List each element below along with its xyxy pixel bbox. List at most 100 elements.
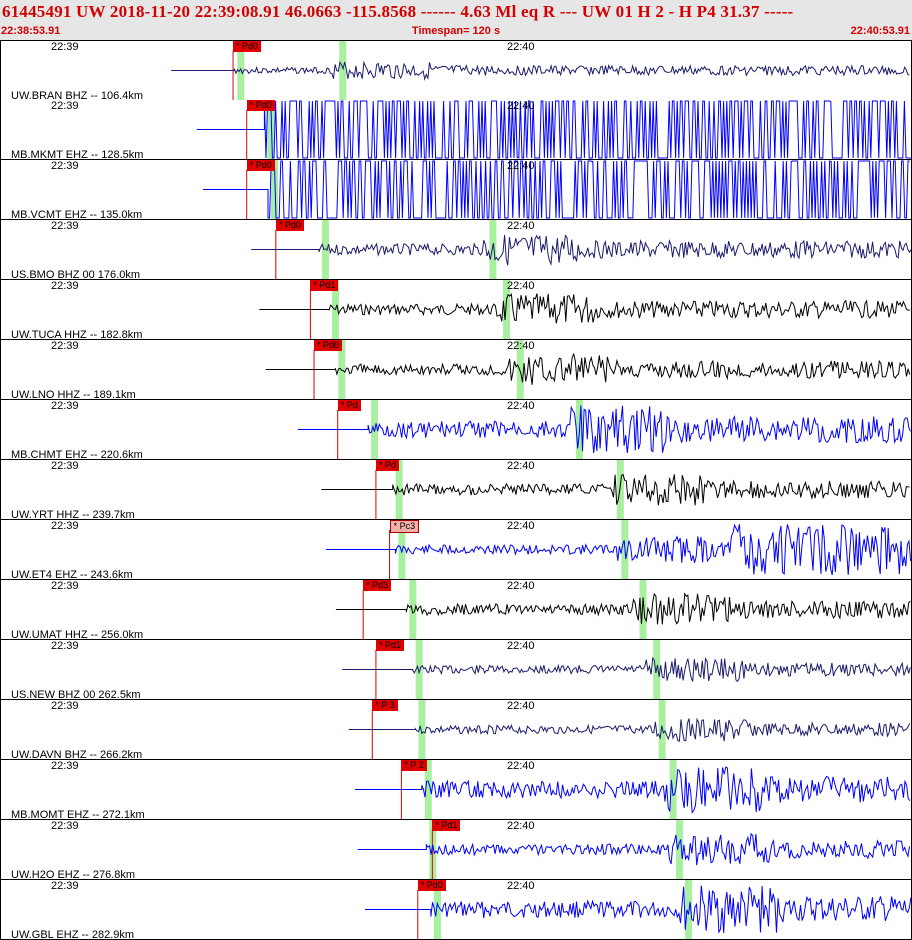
phase-pick-flag[interactable]: * Pd1 bbox=[310, 280, 339, 291]
trace-panel[interactable]: 22:39 22:40 * Pd1 US.NEW BHZ 00 262.5km bbox=[0, 640, 912, 700]
waveform-trace bbox=[297, 405, 911, 454]
trace-panel[interactable]: 22:39 22:40 * Pd0 MB.MKMT EHZ -- 128.5km bbox=[0, 100, 912, 160]
station-channel-label: MB.MKMT EHZ -- 128.5km bbox=[11, 149, 144, 160]
time-tick-label: 22:40 bbox=[507, 400, 535, 412]
waveform-trace bbox=[203, 160, 910, 219]
time-tick-label: 22:39 bbox=[51, 520, 79, 532]
station-channel-label: UW.YRT HHZ -- 239.7km bbox=[11, 509, 135, 520]
station-channel-label: UW.DAVN BHZ -- 266.2km bbox=[11, 749, 143, 760]
s-phase-marker bbox=[489, 220, 497, 279]
phase-pick-flag[interactable]: * Pd0 bbox=[417, 880, 446, 891]
phase-pick-flag[interactable]: * Pc3 bbox=[389, 520, 420, 533]
waveform-plot bbox=[321, 460, 910, 519]
trace-panel[interactable]: 22:39 22:40 * Pd0 UW.LNO HHZ -- 189.1km bbox=[0, 340, 912, 400]
waveform-plot bbox=[365, 880, 911, 939]
station-channel-label: UW.TUCA HHZ -- 182.8km bbox=[11, 329, 143, 340]
waveform-trace bbox=[196, 100, 911, 159]
waveform-trace bbox=[259, 292, 910, 324]
phase-pick-flag[interactable]: * Pd bbox=[375, 460, 399, 471]
time-tick-label: 22:39 bbox=[51, 760, 79, 772]
waveform-trace bbox=[265, 352, 911, 385]
waveform-trace bbox=[342, 656, 911, 683]
phase-pick-flag[interactable]: * Pd0 bbox=[233, 41, 262, 52]
window-end-time: 22:40:53.91 bbox=[850, 25, 910, 37]
trace-panel[interactable]: 22:39 22:40 * P 2 MB.MOMT EHZ -- 272.1km bbox=[0, 760, 912, 820]
time-tick-label: 22:39 bbox=[51, 640, 79, 652]
time-tick-label: 22:39 bbox=[51, 460, 79, 472]
phase-pick-flag[interactable]: * Pd0 bbox=[314, 340, 343, 351]
waveform-trace bbox=[355, 766, 911, 814]
phase-pick-flag[interactable]: * Pd bbox=[337, 400, 361, 411]
waveform-trace bbox=[251, 234, 911, 266]
phase-pick-flag[interactable]: * P 2 bbox=[401, 760, 427, 771]
station-channel-label: UW.GBL EHZ -- 282.9km bbox=[11, 929, 135, 940]
waveform-trace bbox=[365, 885, 911, 934]
trace-panel[interactable]: 22:39 22:40 * Pd1 UW.TUCA HHZ -- 182.8km bbox=[0, 280, 912, 340]
trace-panel[interactable]: 22:39 22:40 * P 3 UW.DAVN BHZ -- 266.2km bbox=[0, 700, 912, 760]
event-header: 61445491 UW 2018-11-20 22:39:08.91 46.06… bbox=[0, 0, 912, 40]
station-channel-label: UW.H2O EHZ -- 276.8km bbox=[11, 869, 136, 880]
station-channel-label: UW.ET4 EHZ -- 243.6km bbox=[11, 569, 133, 580]
time-tick-label: 22:39 bbox=[51, 580, 79, 592]
s-phase-marker bbox=[339, 41, 347, 100]
event-title: 61445491 UW 2018-11-20 22:39:08.91 46.06… bbox=[2, 2, 794, 21]
phase-pick-flag[interactable]: * Pd0 bbox=[246, 100, 275, 111]
time-tick-label: 22:39 bbox=[51, 100, 79, 112]
station-channel-label: US.NEW BHZ 00 262.5km bbox=[11, 689, 141, 700]
time-tick-label: 22:40 bbox=[507, 41, 535, 53]
time-tick-label: 22:40 bbox=[507, 220, 535, 232]
trace-panel[interactable]: 22:39 22:40 * Pd UW.YRT HHZ -- 239.7km bbox=[0, 460, 912, 520]
trace-panel[interactable]: 22:39 22:40 * Pd MB.CHMT EHZ -- 220.6km bbox=[0, 400, 912, 460]
waveform-plot bbox=[325, 520, 911, 579]
time-tick-label: 22:39 bbox=[51, 220, 79, 232]
timespan-label: Timespan= 120 s bbox=[411, 25, 501, 37]
time-tick-label: 22:39 bbox=[51, 400, 79, 412]
trace-panel[interactable]: 22:39 22:40 * Pd0 MB.VCMT EHZ -- 135.0km bbox=[0, 160, 912, 220]
waveform-trace bbox=[335, 592, 911, 625]
station-channel-label: MB.VCMT EHZ -- 135.0km bbox=[11, 209, 143, 220]
phase-pick-flag[interactable]: * Pd3 bbox=[363, 580, 392, 591]
time-tick-label: 22:40 bbox=[507, 580, 535, 592]
time-tick-label: 22:39 bbox=[51, 880, 79, 892]
time-tick-label: 22:40 bbox=[507, 880, 535, 892]
time-tick-label: 22:40 bbox=[507, 760, 535, 772]
phase-pick-flag[interactable]: * Pd1 bbox=[432, 820, 461, 831]
phase-pick-flag[interactable]: * Pd1 bbox=[375, 640, 404, 651]
trace-panel[interactable]: 22:39 22:40 * Pc3 UW.ET4 EHZ -- 243.6km bbox=[0, 520, 912, 580]
time-tick-label: 22:40 bbox=[507, 640, 535, 652]
time-tick-label: 22:40 bbox=[507, 700, 535, 712]
waveform-trace bbox=[321, 473, 910, 506]
seismogram-panels: 22:39 22:40 * Pd0 UW.BRAN BHZ -- 106.4km 22:… bbox=[0, 40, 912, 940]
p-phase-marker bbox=[415, 640, 423, 699]
time-tick-label: 22:39 bbox=[51, 280, 79, 292]
time-tick-label: 22:40 bbox=[507, 820, 535, 832]
waveform-trace bbox=[357, 832, 910, 866]
time-tick-label: 22:40 bbox=[507, 460, 535, 472]
time-tick-label: 22:40 bbox=[507, 520, 535, 532]
trace-panel[interactable]: 22:39 22:40 * Pd0 UW.GBL EHZ -- 282.9km bbox=[0, 880, 912, 940]
time-tick-label: 22:39 bbox=[51, 340, 79, 352]
phase-pick-flag[interactable]: * Pd0 bbox=[275, 220, 304, 231]
phase-pick-flag[interactable]: * Pd0 bbox=[246, 160, 275, 171]
time-tick-label: 22:39 bbox=[51, 820, 79, 832]
station-channel-label: MB.MOMT EHZ -- 272.1km bbox=[11, 809, 145, 820]
time-tick-label: 22:40 bbox=[507, 100, 535, 112]
station-channel-label: UW.LNO HHZ -- 189.1km bbox=[11, 389, 136, 400]
station-channel-label: US.BMO BHZ 00 176.0km bbox=[11, 269, 140, 280]
trace-panel[interactable]: 22:39 22:40 * Pd3 UW.UMAT HHZ -- 256.0km bbox=[0, 580, 912, 640]
phase-pick-flag[interactable]: * P 3 bbox=[372, 700, 398, 711]
time-tick-label: 22:39 bbox=[51, 41, 79, 53]
time-tick-label: 22:39 bbox=[51, 700, 79, 712]
time-tick-label: 22:39 bbox=[51, 160, 79, 172]
station-channel-label: MB.CHMT EHZ -- 220.6km bbox=[11, 449, 143, 460]
trace-panel[interactable]: 22:39 22:40 * Pd1 UW.H2O EHZ -- 276.8km bbox=[0, 820, 912, 880]
trace-panel[interactable]: 22:39 22:40 * Pd0 UW.BRAN BHZ -- 106.4km bbox=[0, 40, 912, 101]
waveform-trace bbox=[171, 60, 910, 82]
trace-panel[interactable]: 22:39 22:40 * Pd0 US.BMO BHZ 00 176.0km bbox=[0, 220, 912, 280]
station-channel-label: UW.UMAT HHZ -- 256.0km bbox=[11, 629, 144, 640]
waveform-trace bbox=[348, 717, 911, 742]
waveform-plot bbox=[265, 340, 911, 399]
time-tick-label: 22:40 bbox=[507, 160, 535, 172]
time-tick-label: 22:40 bbox=[507, 340, 535, 352]
time-tick-label: 22:40 bbox=[507, 280, 535, 292]
